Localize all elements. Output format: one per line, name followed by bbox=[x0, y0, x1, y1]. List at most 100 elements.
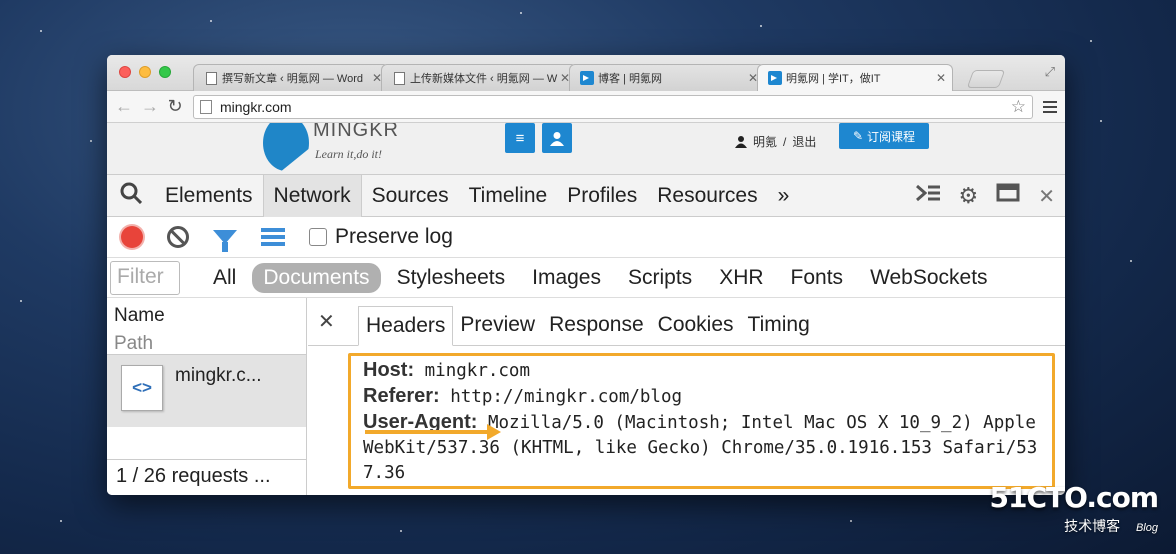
devtools-actions: ⚙ ✕ bbox=[915, 175, 1055, 217]
tab-timing[interactable]: Timing bbox=[741, 305, 817, 345]
more-tabs-icon[interactable]: » bbox=[768, 175, 800, 217]
dock-icon[interactable] bbox=[996, 183, 1020, 209]
watermark-blog: Blog bbox=[1135, 522, 1158, 534]
close-devtools-icon[interactable]: ✕ bbox=[1038, 184, 1055, 209]
list-view-icon[interactable] bbox=[261, 228, 285, 246]
gear-icon[interactable]: ⚙ bbox=[959, 183, 979, 209]
watermark: 51CTO.com 技术博客 Blog bbox=[989, 481, 1159, 536]
close-details-icon[interactable]: ✕ bbox=[318, 309, 348, 334]
network-body: Name Path <> mingkr.c... 1 / 26 requests… bbox=[107, 298, 1065, 495]
subscribe-label: 订阅课程 bbox=[867, 129, 916, 144]
devtools-tab-bar: Elements Network Sources Timeline Profil… bbox=[107, 174, 1065, 217]
close-window-button[interactable] bbox=[119, 66, 131, 78]
column-header[interactable]: Name Path bbox=[107, 298, 306, 355]
path-column-label: Path bbox=[114, 333, 154, 354]
site-menu-button[interactable]: ≡ bbox=[505, 123, 535, 153]
record-icon[interactable] bbox=[121, 226, 143, 248]
preserve-log-label: Preserve log bbox=[335, 225, 453, 248]
user-name[interactable]: 明氪 bbox=[753, 133, 777, 150]
filter-fonts[interactable]: Fonts bbox=[780, 263, 855, 293]
site-logo-text: MINGKR bbox=[313, 123, 399, 141]
site-favicon-icon bbox=[580, 71, 594, 85]
filter-documents[interactable]: Documents bbox=[252, 262, 381, 293]
filter-scripts[interactable]: Scripts bbox=[617, 263, 703, 293]
maximize-window-button[interactable] bbox=[159, 66, 171, 78]
reload-icon[interactable]: ↻ bbox=[167, 96, 183, 117]
browser-tab-active[interactable]: 明氪网 | 学IT，做IT ✕ bbox=[757, 64, 953, 91]
minimize-window-button[interactable] bbox=[139, 66, 151, 78]
browser-tab[interactable]: 博客 | 明氪网 ✕ bbox=[569, 64, 765, 91]
page-icon bbox=[204, 71, 218, 85]
watermark-sub-text: 技术博客 bbox=[1064, 518, 1121, 534]
site-logo-icon bbox=[263, 123, 309, 171]
filter-all[interactable]: All bbox=[202, 263, 247, 293]
tab-title: 博客 | 明氪网 bbox=[598, 73, 662, 85]
new-tab-button[interactable] bbox=[966, 70, 1006, 88]
subscribe-button[interactable]: ✎ 订阅课程 bbox=[839, 123, 929, 149]
header-host: Host: mingkr.com bbox=[363, 358, 1040, 384]
tab-elements[interactable]: Elements bbox=[155, 175, 263, 217]
user-icon bbox=[735, 136, 747, 148]
annotation-arrow-line bbox=[365, 430, 490, 434]
logout-link[interactable]: 退出 bbox=[792, 133, 816, 150]
detail-tab-bar: ✕ Headers Preview Response Cookies Timin… bbox=[308, 298, 1065, 346]
browser-window: 撰写新文章 ‹ 明氪网 — Word ✕ 上传新媒体文件 ‹ 明氪网 — W ✕… bbox=[107, 55, 1065, 495]
header-referer: Referer: http://mingkr.com/blog bbox=[363, 384, 1040, 410]
title-bar: 撰写新文章 ‹ 明氪网 — Word ✕ 上传新媒体文件 ‹ 明氪网 — W ✕… bbox=[107, 55, 1065, 91]
tab-sources[interactable]: Sources bbox=[362, 175, 459, 217]
request-headers-box: Host: mingkr.com Referer: http://mingkr.… bbox=[348, 353, 1055, 489]
header-key: Host: bbox=[363, 359, 415, 381]
filter-icon[interactable] bbox=[213, 230, 237, 252]
request-name: mingkr.c... bbox=[175, 365, 262, 386]
header-key: Referer: bbox=[363, 385, 440, 407]
clear-icon[interactable] bbox=[167, 226, 189, 248]
search-icon[interactable] bbox=[107, 182, 155, 210]
bookmark-star-icon[interactable]: ☆ bbox=[1011, 97, 1026, 117]
address-bar[interactable]: mingkr.com ☆ bbox=[193, 94, 1033, 119]
request-list: Name Path <> mingkr.c... 1 / 26 requests… bbox=[107, 298, 307, 495]
separator: / bbox=[783, 134, 787, 149]
tab-resources[interactable]: Resources bbox=[647, 175, 767, 217]
console-drawer-icon[interactable] bbox=[915, 183, 941, 209]
filter-images[interactable]: Images bbox=[521, 263, 612, 293]
watermark-logo: 51CTO.com bbox=[989, 481, 1159, 514]
tab-title: 上传新媒体文件 ‹ 明氪网 — W bbox=[410, 73, 558, 85]
site-user-button[interactable] bbox=[542, 123, 572, 153]
browser-tab[interactable]: 撰写新文章 ‹ 明氪网 — Word ✕ bbox=[193, 64, 389, 91]
header-user-agent: User-Agent: Mozilla/5.0 (Macintosh; Inte… bbox=[363, 410, 1040, 486]
close-tab-icon[interactable]: ✕ bbox=[936, 71, 946, 85]
filter-stylesheets[interactable]: Stylesheets bbox=[386, 263, 517, 293]
preserve-log-checkbox[interactable] bbox=[309, 228, 327, 246]
window-controls bbox=[119, 66, 171, 78]
tab-headers[interactable]: Headers bbox=[358, 306, 454, 346]
tab-cookies[interactable]: Cookies bbox=[651, 305, 741, 345]
network-toolbar: Preserve log bbox=[107, 217, 1065, 258]
user-area: 明氪 / 退出 bbox=[735, 133, 816, 150]
watermark-subtitle: 技术博客 Blog bbox=[990, 516, 1158, 536]
tab-timeline[interactable]: Timeline bbox=[459, 175, 558, 217]
header-value: http://mingkr.com/blog bbox=[439, 387, 683, 407]
annotation-arrow-head bbox=[487, 424, 501, 440]
filter-input[interactable]: Filter bbox=[110, 260, 180, 295]
web-page-header: MINGKR Learn it,do it! ≡ 明氪 / 退出 ✎ 订阅课程 bbox=[107, 123, 1065, 175]
browser-tab[interactable]: 上传新媒体文件 ‹ 明氪网 — W ✕ bbox=[381, 64, 577, 91]
html-document-icon: <> bbox=[121, 365, 163, 411]
browser-tabs: 撰写新文章 ‹ 明氪网 — Word ✕ 上传新媒体文件 ‹ 明氪网 — W ✕… bbox=[193, 64, 953, 91]
tab-network[interactable]: Network bbox=[262, 174, 362, 217]
pen-icon: ✎ bbox=[852, 129, 864, 143]
menu-icon[interactable] bbox=[1043, 100, 1057, 113]
filter-bar: Filter All Documents Stylesheets Images … bbox=[107, 258, 1065, 298]
site-favicon-icon bbox=[768, 71, 782, 85]
filter-xhr[interactable]: XHR bbox=[708, 263, 774, 293]
back-arrow-icon[interactable]: ← bbox=[115, 96, 133, 117]
tab-preview[interactable]: Preview bbox=[453, 305, 542, 345]
url-text: mingkr.com bbox=[220, 98, 292, 115]
tab-profiles[interactable]: Profiles bbox=[557, 175, 647, 217]
request-row[interactable]: <> mingkr.c... bbox=[107, 355, 306, 427]
forward-arrow-icon[interactable]: → bbox=[141, 96, 159, 117]
tab-response[interactable]: Response bbox=[542, 305, 651, 345]
fullscreen-icon[interactable]: ⤢ bbox=[1045, 64, 1055, 80]
name-column-label: Name bbox=[114, 305, 165, 326]
filter-websockets[interactable]: WebSockets bbox=[859, 263, 999, 293]
preserve-log-option[interactable]: Preserve log bbox=[309, 225, 453, 249]
